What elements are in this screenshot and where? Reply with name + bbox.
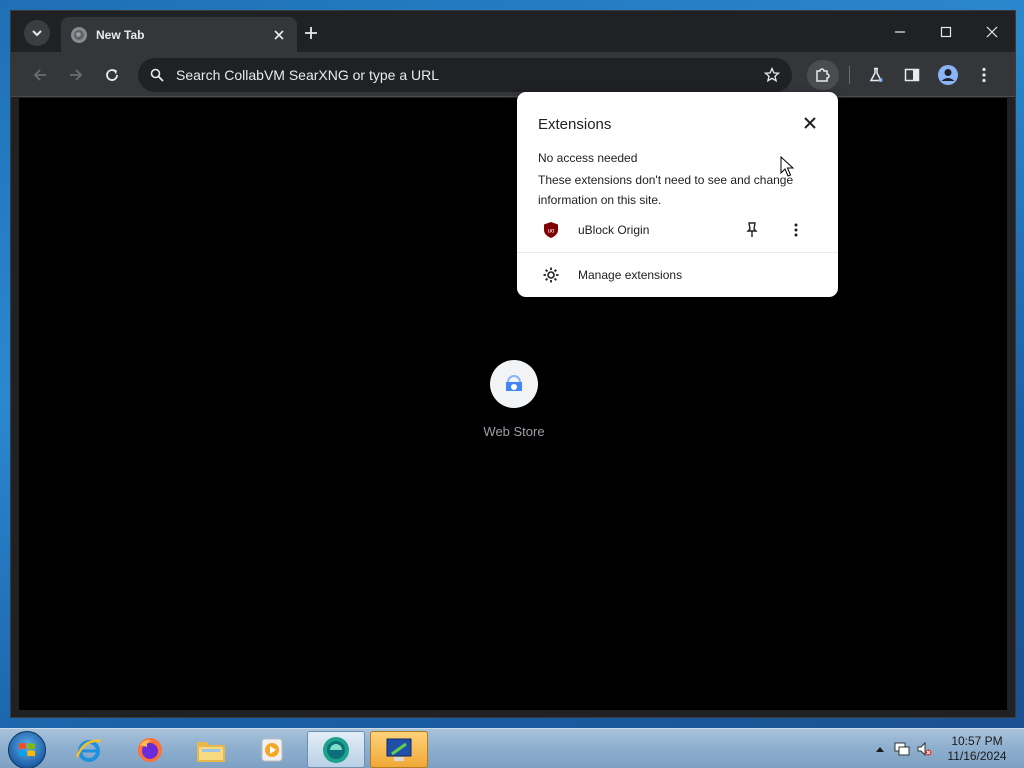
more-vertical-icon[interactable] [787, 221, 805, 239]
mouse-cursor-icon [780, 156, 794, 177]
browser-app-icon [323, 736, 349, 763]
start-button[interactable] [8, 731, 46, 768]
profile-icon [938, 65, 958, 85]
close-icon [274, 29, 284, 40]
network-tray-button[interactable] [894, 741, 910, 757]
address-bar[interactable]: Search CollabVM SearXNG or type a URL [138, 58, 792, 92]
profile-button[interactable] [934, 61, 962, 89]
system-tray: 10:57 PM 11/16/2024 [864, 729, 1024, 768]
network-icon [894, 742, 910, 756]
taskbar-firefox[interactable] [121, 731, 179, 768]
tab-search-button[interactable] [24, 20, 50, 46]
taskbar-internet-explorer[interactable] [60, 731, 118, 768]
section-heading: No access needed [538, 151, 638, 165]
reload-button[interactable] [98, 61, 126, 89]
plus-icon [305, 27, 317, 39]
section-description: These extensions don't need to see and c… [538, 173, 794, 207]
new-tab-page: Web Store [19, 98, 1007, 710]
browser-window: New Tab Search CollabVM SearXNG or type … [10, 10, 1016, 718]
flask-icon [869, 67, 883, 82]
chevron-up-icon [876, 747, 884, 752]
taskbar: 10:57 PM 11/16/2024 [0, 728, 1024, 768]
svg-text:uo: uo [548, 229, 555, 235]
back-button[interactable] [26, 61, 54, 89]
puzzle-icon [816, 68, 830, 82]
minimize-icon [895, 30, 905, 33]
web-store-icon [490, 360, 538, 408]
side-panel-button[interactable] [898, 61, 926, 89]
maximize-icon [940, 26, 952, 37]
taskbar-media-player[interactable] [243, 731, 301, 768]
tab-title: New Tab [96, 27, 145, 42]
labs-button[interactable] [862, 61, 890, 89]
volume-tray-button[interactable] [916, 741, 932, 757]
close-icon [804, 117, 816, 129]
close-icon [986, 26, 998, 37]
shortcut-web-store[interactable]: Web Store [474, 360, 554, 439]
taskbar-clock[interactable]: 10:57 PM 11/16/2024 [942, 734, 1012, 764]
popup-divider [517, 252, 838, 253]
monitor-tool-icon [386, 738, 412, 761]
taskbar-file-explorer[interactable] [182, 731, 240, 768]
globe-icon [71, 26, 87, 43]
popup-close-button[interactable] [800, 113, 820, 133]
title-bar: New Tab [11, 11, 1015, 52]
pin-icon[interactable] [743, 221, 761, 239]
manage-extensions-label: Manage extensions [578, 268, 683, 282]
firefox-icon [138, 737, 162, 762]
new-tab-button[interactable] [299, 21, 323, 45]
maximize-button[interactable] [923, 11, 969, 52]
shortcut-label: Web Store [483, 424, 545, 439]
chevron-down-icon [32, 30, 42, 37]
show-hidden-icons-button[interactable] [872, 741, 888, 757]
forward-button[interactable] [62, 61, 90, 89]
browser-toolbar: Search CollabVM SearXNG or type a URL [11, 52, 1015, 97]
more-vertical-icon [982, 67, 986, 83]
arrow-left-icon [33, 69, 46, 81]
clock-time: 10:57 PM [951, 734, 1003, 748]
gear-icon [543, 267, 559, 283]
search-icon [150, 68, 164, 82]
window-controls [877, 11, 1015, 52]
star-icon[interactable] [764, 67, 780, 83]
tab-new-tab[interactable]: New Tab [61, 17, 297, 52]
menu-button[interactable] [970, 61, 998, 89]
extension-name: uBlock Origin [578, 223, 650, 237]
popup-title: Extensions [538, 116, 612, 133]
manage-extensions-button[interactable]: Manage extensions [517, 264, 838, 288]
taskbar-chrome-window[interactable] [307, 731, 365, 768]
address-bar-placeholder: Search CollabVM SearXNG or type a URL [176, 67, 439, 83]
close-window-button[interactable] [969, 11, 1015, 52]
volume-muted-icon [917, 741, 932, 757]
media-player-icon [261, 738, 283, 761]
taskbar-control-app[interactable] [370, 731, 428, 768]
toolbar-divider [849, 66, 850, 84]
extensions-popup: Extensions No access needed These extens… [517, 92, 838, 297]
windows-logo-icon [19, 742, 35, 757]
internet-explorer-icon [75, 739, 102, 762]
minimize-button[interactable] [877, 11, 923, 52]
ublock-origin-icon: uo [544, 222, 558, 238]
extension-item-ublock-origin[interactable]: uo uBlock Origin [517, 218, 838, 242]
folder-icon [197, 741, 225, 762]
arrow-right-icon [70, 69, 83, 81]
extensions-button[interactable] [807, 60, 839, 90]
side-panel-icon [904, 68, 920, 82]
clock-date: 11/16/2024 [947, 749, 1007, 763]
tab-close-button[interactable] [271, 27, 287, 43]
reload-icon [106, 69, 118, 81]
